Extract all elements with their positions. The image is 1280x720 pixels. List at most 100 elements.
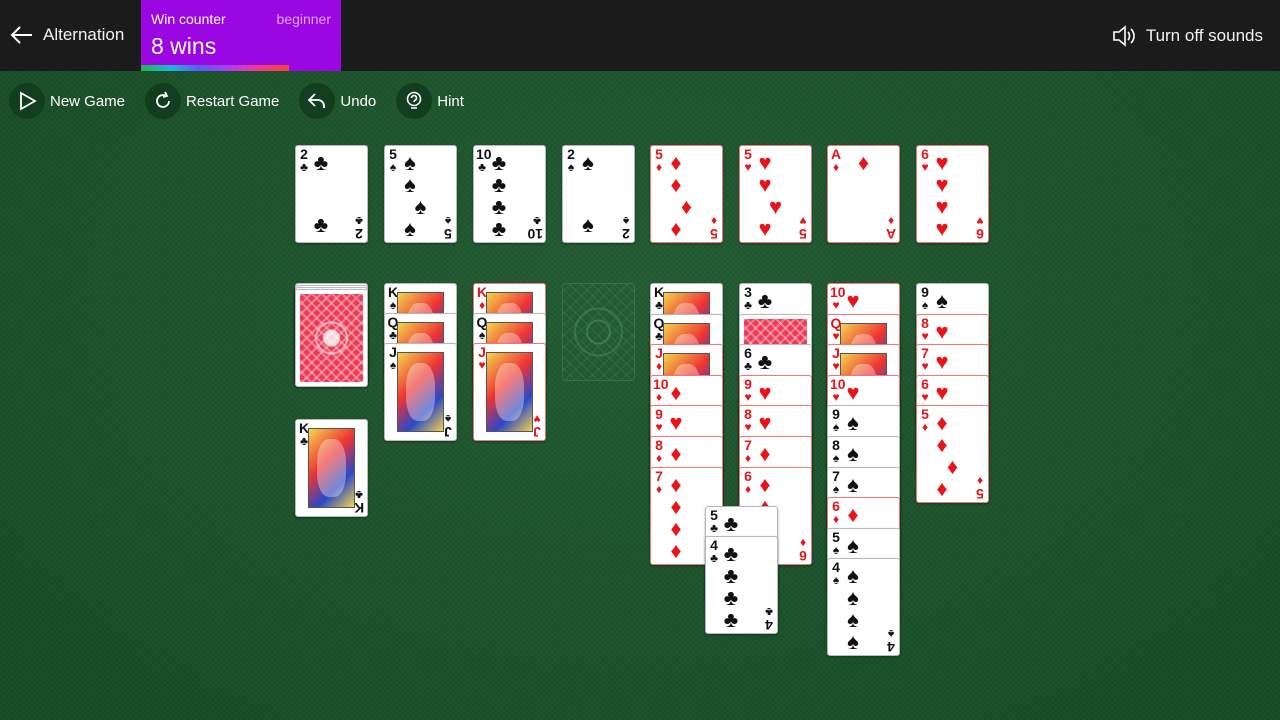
dragged-card[interactable]: 4 ♣ 4 ♣ ♣ ♣ ♣ ♣: [705, 536, 778, 634]
card-pips: ♦♦♦♦♦: [936, 410, 959, 503]
tableau-card[interactable]: J ♠ J ♠: [384, 343, 457, 441]
card-suit-icon: ♥: [655, 420, 663, 435]
card-pips: ♦♦♦♦♦: [670, 150, 693, 243]
new-game-label: New Game: [50, 92, 126, 110]
card-pips: ♣ ♣: [313, 150, 329, 237]
foundation-card[interactable]: 2 ♠ 2 ♠ ♠ ♠: [562, 145, 635, 243]
card-corner-index: 6♥: [976, 214, 984, 242]
card-suit-icon: ♥: [832, 389, 840, 404]
card-suit-icon: ♠: [832, 573, 840, 588]
card-suit-icon: ♥: [744, 420, 752, 435]
card-suit-icon: ♣: [478, 160, 486, 174]
win-counter-title: Win counter: [151, 11, 226, 27]
undo-button[interactable]: Undo: [299, 83, 376, 119]
card-suit-icon: ♠: [832, 420, 840, 435]
card-suit-icon: ♠: [832, 542, 840, 557]
restart-game-label: Restart Game: [186, 92, 280, 110]
card-corner-index: 10 ♣: [527, 214, 543, 242]
tableau-card[interactable]: 4 ♠ 4 ♠ ♠ ♠ ♠ ♠: [827, 558, 900, 657]
card-pips: ♣♣♣♣♣♣: [491, 150, 507, 243]
waste-card[interactable]: K ♣ K ♣: [295, 419, 368, 517]
card-pips: ♥♥♥♥♥♥: [935, 150, 949, 243]
card-corner-index: 2 ♣: [355, 214, 363, 242]
card-suit-icon: ♥: [921, 359, 929, 374]
sound-toggle-button[interactable]: Turn off sounds: [1111, 23, 1263, 49]
card-suit-icon: ♥: [921, 389, 929, 404]
foundation-card[interactable]: 2 ♣ 2 ♣ ♣ ♣: [295, 145, 368, 243]
card-suit-icon: ♥: [744, 160, 752, 174]
card-suit-icon: ♠: [921, 298, 929, 312]
card-suit-icon: ♥: [921, 160, 929, 174]
difficulty-level: beginner: [276, 11, 332, 27]
new-game-button[interactable]: New Game: [9, 83, 125, 119]
card-corner-index: 4 ♣: [765, 605, 773, 633]
lightbulb-icon: [406, 91, 422, 109]
card-corner-index: 5 ♦: [710, 214, 718, 242]
back-button[interactable]: Alternation: [8, 22, 124, 48]
card-suit-icon: ♠: [567, 160, 575, 174]
card-suit-icon: ♦: [655, 160, 663, 174]
card-pips: ♠♠♠♠♠: [404, 150, 427, 243]
card-suit-icon: ♣: [710, 521, 718, 535]
speaker-icon: [1113, 25, 1135, 47]
stock-pile[interactable]: [295, 289, 368, 387]
card-pips: ♠ ♠ ♠ ♠: [847, 563, 859, 655]
foundation-card[interactable]: A ♦ A ♦ ♦: [827, 145, 900, 243]
card-suit-icon: ♥: [744, 389, 752, 404]
win-counter: Win counter beginner 8 wins: [141, 0, 341, 71]
card-pips: ♦: [857, 150, 870, 175]
win-progress-bar: [141, 65, 289, 71]
card-pips: ♠ ♠: [582, 150, 594, 237]
win-count: 8 wins: [151, 33, 217, 59]
card-suit-icon: ♥: [832, 298, 840, 312]
card-corner-index: 4 ♠: [887, 627, 895, 656]
arrow-left-icon: [10, 26, 32, 44]
card-suit-icon: ♣: [744, 298, 752, 312]
undo-label: Undo: [340, 92, 377, 110]
undo-icon: [308, 93, 326, 108]
foundation-card[interactable]: 6♥6♥♥♥♥♥♥♥: [916, 145, 989, 243]
play-icon: [20, 91, 37, 111]
card-suit-icon: ♠: [832, 481, 840, 496]
court-card-figure: [308, 428, 355, 508]
card-corner-index: 5♠: [444, 214, 452, 242]
card-suit-icon: ♦: [655, 481, 663, 496]
sound-toggle-label: Turn off sounds: [1145, 26, 1263, 45]
card-suit-icon: ♣: [300, 160, 308, 174]
top-bar: Alternation Win counter beginner 8 wins …: [0, 0, 1280, 71]
card-corner-index: 2 ♠: [622, 214, 630, 242]
card-suit-icon: ♦: [832, 160, 840, 174]
game-toolbar: New Game Restart Game Undo Hint: [9, 83, 484, 119]
card-suit-icon: ♣: [710, 551, 718, 565]
card-corner-index: A ♦: [885, 214, 897, 242]
restart-game-button[interactable]: Restart Game: [145, 83, 279, 119]
card-corner-index: 6♦: [799, 535, 807, 564]
card-suit-icon: ♦: [655, 451, 663, 465]
hint-button[interactable]: Hint: [396, 83, 464, 119]
foundation-card[interactable]: 5♠5♠♠♠♠♠♠: [384, 145, 457, 243]
card-corner-index: 5 ♦: [976, 474, 984, 503]
card-pips: ♣ ♣ ♣ ♣: [723, 541, 739, 632]
card-suit-icon: ♥: [921, 328, 929, 343]
tableau-card[interactable]: J♥J♥: [473, 343, 546, 441]
tableau-card[interactable]: 5♦5♦♦♦♦♦♦: [916, 405, 989, 504]
card-suit-icon: ♦: [744, 481, 752, 496]
card-corner-index: 5 ♥: [799, 214, 807, 242]
card-suit-icon: ♦: [655, 389, 663, 404]
court-card-figure: [397, 352, 444, 432]
hint-label: Hint: [437, 92, 464, 110]
card-pips: ♥♥♥♥♥: [758, 150, 783, 243]
foundation-card[interactable]: 10♣10♣♣♣♣♣♣♣: [473, 145, 546, 243]
foundation-card[interactable]: 5♥5♥♥♥♥♥♥: [739, 145, 812, 243]
card-pips: ♦♦♦♦♦♦: [670, 471, 682, 564]
court-card-figure: [486, 352, 533, 432]
foundation-card[interactable]: 5♦5♦♦♦♦♦♦: [650, 145, 723, 243]
restart-icon: [156, 91, 170, 108]
card-suit-icon: ♦: [921, 420, 929, 435]
card-suit-icon: ♠: [832, 451, 840, 465]
card-suit-icon: ♠: [389, 160, 397, 174]
card-suit-icon: ♦: [832, 512, 840, 527]
card-suit-icon: ♣: [744, 359, 752, 374]
empty-tableau-slot[interactable]: [562, 283, 635, 381]
card-suit-icon: ♦: [744, 451, 752, 465]
